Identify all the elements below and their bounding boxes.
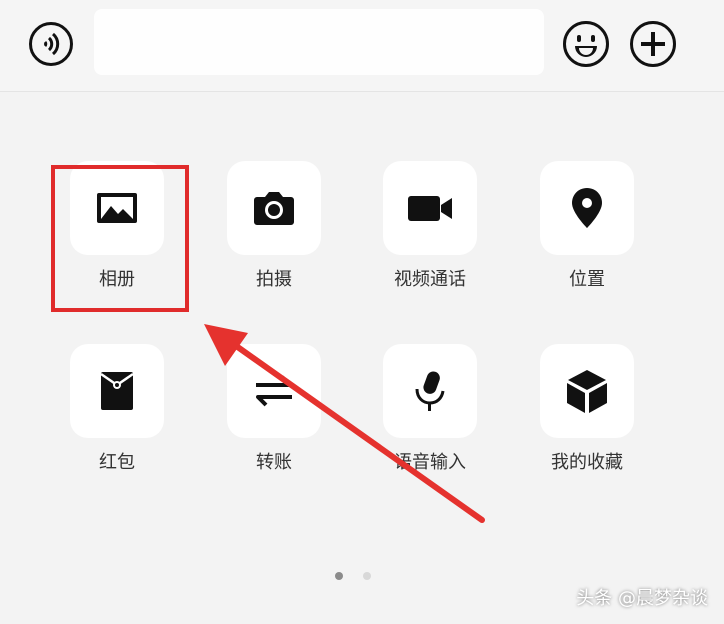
annotation-arrow	[204, 324, 485, 523]
watermark: 头条 @晨梦杂谈	[576, 588, 708, 609]
page-indicator-dot[interactable]	[363, 572, 371, 580]
page-indicator-dot-active[interactable]	[335, 572, 343, 580]
